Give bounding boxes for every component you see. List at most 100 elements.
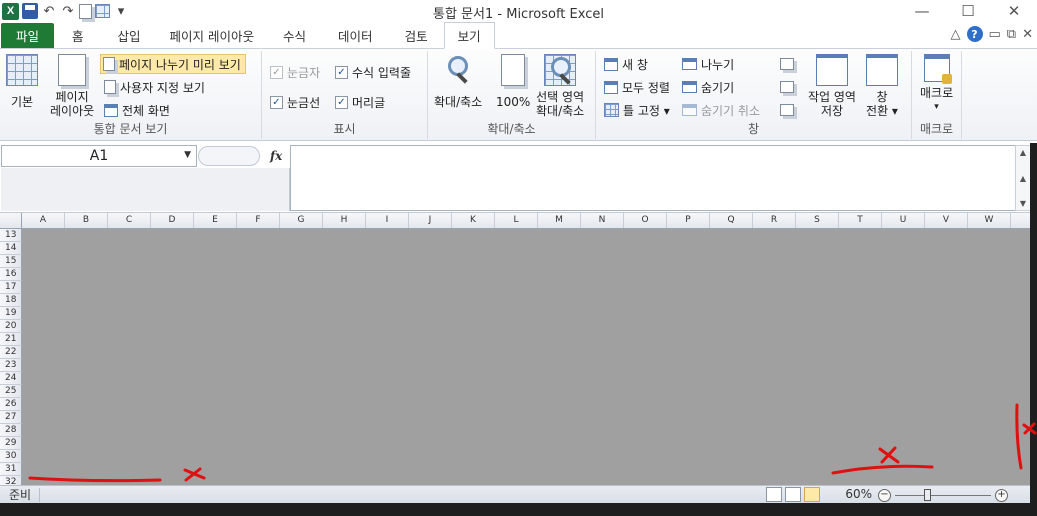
- select-all-corner[interactable]: [0, 213, 22, 229]
- redo-icon[interactable]: ↷: [60, 4, 76, 19]
- column-header[interactable]: D: [151, 213, 194, 228]
- column-header[interactable]: W: [968, 213, 1011, 228]
- customize-qat-icon[interactable]: ▾: [113, 4, 129, 19]
- row-header[interactable]: 15: [0, 255, 22, 268]
- zoom-100-button[interactable]: 100%: [496, 54, 530, 109]
- tab-page-layout[interactable]: 페이지 레이아웃: [157, 23, 267, 48]
- arrange-all-button[interactable]: 모두 정렬: [604, 77, 670, 97]
- help-icon[interactable]: ?: [966, 26, 983, 42]
- zoom-button[interactable]: 확대/축소: [434, 54, 482, 109]
- scroll-mid-icon[interactable]: ▲: [1020, 174, 1026, 183]
- worksheet-area[interactable]: ABCDEFGHIJKLMNOPQRSTUVW 13 14 15 16 17 18 19 20…: [0, 213, 1030, 485]
- sync-scroll-button[interactable]: [780, 77, 794, 97]
- row-header[interactable]: 29: [0, 437, 22, 450]
- column-header[interactable]: K: [452, 213, 495, 228]
- formula-resize-handle[interactable]: [198, 146, 260, 166]
- undo-icon[interactable]: ↶: [41, 4, 57, 19]
- column-header[interactable]: L: [495, 213, 538, 228]
- zoom-in-button[interactable]: +: [995, 488, 1008, 502]
- zoom-out-button[interactable]: −: [878, 488, 891, 502]
- page-break-preview-button[interactable]: 페이지 나누기 미리 보기: [100, 54, 246, 74]
- row-header[interactable]: 30: [0, 450, 22, 463]
- column-header[interactable]: T: [839, 213, 882, 228]
- column-header[interactable]: G: [280, 213, 323, 228]
- excel-app-icon[interactable]: X: [2, 2, 19, 20]
- row-header[interactable]: 14: [0, 242, 22, 255]
- column-header[interactable]: V: [925, 213, 968, 228]
- zoom-track[interactable]: [895, 488, 991, 501]
- minimize-button[interactable]: —: [899, 0, 945, 22]
- zoom-slider[interactable]: − +: [878, 488, 1008, 502]
- normal-view-button[interactable]: 기본: [6, 54, 38, 109]
- column-header[interactable]: M: [538, 213, 581, 228]
- column-header[interactable]: A: [22, 213, 65, 228]
- tab-view[interactable]: 보기: [443, 22, 495, 49]
- row-header[interactable]: 16: [0, 268, 22, 281]
- workbook-minimize-icon[interactable]: ▭: [989, 27, 1001, 42]
- row-header[interactable]: 17: [0, 281, 22, 294]
- row-header[interactable]: 26: [0, 398, 22, 411]
- zoom-level[interactable]: 60%: [845, 487, 872, 501]
- custom-views-button[interactable]: 사용자 지정 보기: [104, 77, 205, 97]
- gridlines-checkbox[interactable]: ✓ 눈금선: [270, 92, 320, 112]
- headings-checkbox[interactable]: ✓ 머리글: [335, 92, 385, 112]
- row-header[interactable]: 21: [0, 333, 22, 346]
- full-screen-button[interactable]: 전체 화면: [104, 100, 170, 120]
- maximize-button[interactable]: ☐: [945, 0, 991, 22]
- row-header[interactable]: 19: [0, 307, 22, 320]
- column-header[interactable]: J: [409, 213, 452, 228]
- row-header[interactable]: 23: [0, 359, 22, 372]
- zoom-thumb[interactable]: [923, 488, 931, 501]
- column-header[interactable]: N: [581, 213, 624, 228]
- zoom-to-selection-button[interactable]: 선택 영역 확대/축소: [536, 54, 584, 118]
- row-header[interactable]: 31: [0, 463, 22, 476]
- freeze-panes-button[interactable]: 틀 고정 ▾: [604, 100, 670, 120]
- close-button[interactable]: ✕: [991, 0, 1037, 22]
- column-header[interactable]: S: [796, 213, 839, 228]
- collapse-ribbon-icon[interactable]: △: [951, 27, 961, 42]
- scroll-down-icon[interactable]: ▼: [1020, 199, 1026, 208]
- new-window-button[interactable]: 새 창: [604, 54, 648, 74]
- column-header[interactable]: Q: [710, 213, 753, 228]
- tab-formulas[interactable]: 수식: [267, 23, 322, 48]
- print-preview-icon[interactable]: [79, 3, 92, 19]
- column-header[interactable]: O: [624, 213, 667, 228]
- hide-button[interactable]: 숨기기: [682, 77, 734, 97]
- name-box[interactable]: A1 ▼: [1, 145, 197, 167]
- column-header[interactable]: H: [323, 213, 366, 228]
- workbook-restore-icon[interactable]: ⧉: [1007, 27, 1016, 42]
- page-layout-view-button[interactable]: 페이지 레이아웃: [50, 54, 94, 118]
- row-header[interactable]: 25: [0, 385, 22, 398]
- row-header[interactable]: 24: [0, 372, 22, 385]
- row-header[interactable]: 18: [0, 294, 22, 307]
- page-layout-shortcut-icon[interactable]: [785, 487, 801, 502]
- column-header[interactable]: C: [108, 213, 151, 228]
- row-header[interactable]: 32: [0, 476, 22, 485]
- formula-scrollbar[interactable]: ▲ ▲ ▼: [1015, 145, 1031, 211]
- workbook-close-icon[interactable]: ✕: [1022, 27, 1033, 42]
- macros-button[interactable]: 매크로 ▾: [920, 54, 953, 114]
- formula-input[interactable]: [290, 145, 1015, 211]
- column-header[interactable]: U: [882, 213, 925, 228]
- row-header[interactable]: 20: [0, 320, 22, 333]
- scroll-up-icon[interactable]: ▲: [1020, 148, 1026, 157]
- row-header[interactable]: 28: [0, 424, 22, 437]
- row-header[interactable]: 13: [0, 229, 22, 242]
- quick-print-icon[interactable]: [95, 4, 110, 18]
- column-header[interactable]: B: [65, 213, 108, 228]
- tab-home[interactable]: 홈: [54, 23, 102, 48]
- tab-data[interactable]: 데이터: [322, 23, 389, 48]
- column-header[interactable]: I: [366, 213, 409, 228]
- formula-bar-checkbox[interactable]: ✓ 수식 입력줄: [335, 62, 411, 82]
- column-header[interactable]: F: [237, 213, 280, 228]
- row-header[interactable]: 27: [0, 411, 22, 424]
- split-button[interactable]: 나누기: [682, 54, 734, 74]
- row-header[interactable]: 22: [0, 346, 22, 359]
- tab-file[interactable]: 파일: [1, 23, 55, 48]
- column-header[interactable]: P: [667, 213, 710, 228]
- column-header[interactable]: E: [194, 213, 237, 228]
- save-workspace-button[interactable]: 작업 영역 저장: [808, 54, 856, 118]
- insert-function-icon[interactable]: fx: [270, 149, 282, 163]
- page-break-shortcut-icon[interactable]: [804, 487, 820, 502]
- column-header[interactable]: R: [753, 213, 796, 228]
